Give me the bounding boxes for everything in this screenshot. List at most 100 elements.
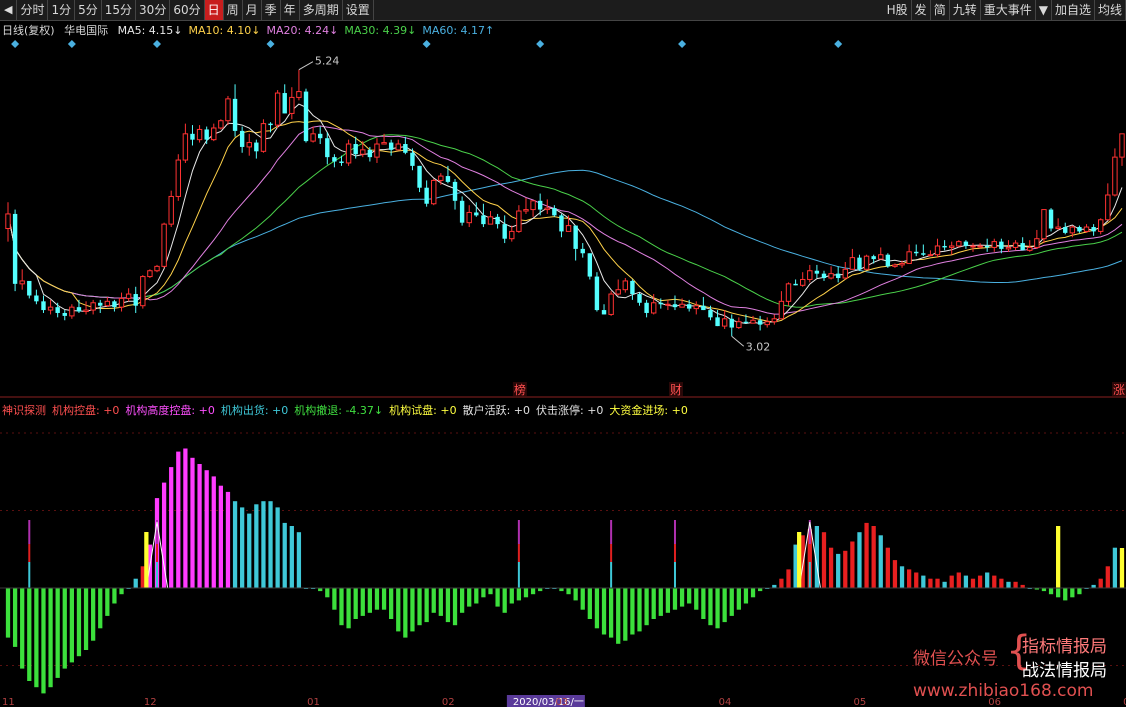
tab-period-7[interactable]: 周 — [224, 0, 243, 20]
indicator-bar-73 — [523, 588, 529, 598]
candle-body-83 — [594, 276, 600, 311]
candle-body-109 — [778, 300, 785, 320]
indicator-bar-87 — [623, 588, 628, 641]
event-marker-2[interactable]: 涨 — [1113, 382, 1125, 397]
candle-body-84 — [601, 310, 607, 315]
indicator-bar-132 — [942, 581, 947, 588]
tool-button-7[interactable]: 均线 — [1095, 0, 1126, 20]
candle-body-100 — [715, 317, 720, 327]
tab-period-11[interactable]: 多周期 — [300, 0, 343, 20]
indicator-bar-64 — [459, 588, 465, 613]
candle-body-103 — [736, 321, 742, 329]
candle-body-136 — [970, 245, 976, 248]
tool-button-1[interactable]: 发 — [912, 0, 931, 20]
candle-body-33 — [239, 130, 245, 147]
candle-body-76 — [544, 207, 550, 211]
indicator-bar-27 — [197, 464, 202, 588]
candle-body-4 — [34, 295, 39, 302]
tab-period-3[interactable]: 15分 — [102, 0, 137, 20]
indicator-bar-147 — [1048, 588, 1054, 595]
event-marker-1[interactable]: 财 — [670, 383, 682, 397]
candle-body-70 — [502, 224, 507, 239]
candle-body-11 — [83, 309, 89, 313]
candle-body-94 — [672, 304, 678, 308]
candle-body-15 — [112, 301, 117, 308]
indicator-bar-155 — [1105, 566, 1110, 588]
indicator-bar-142 — [1013, 581, 1018, 588]
ma-value-ma60: MA60: 4.17↑ — [422, 24, 495, 37]
candle-body-107 — [764, 321, 770, 326]
indicator-bar-46 — [332, 588, 337, 610]
stock-name: 华电国际 — [64, 24, 109, 37]
candle-body-29 — [211, 127, 217, 141]
tab-period-5[interactable]: 60分 — [170, 0, 205, 20]
candle-body-31 — [225, 98, 231, 122]
tab-period-6[interactable]: 日 — [204, 0, 224, 20]
candle-body-111 — [793, 283, 798, 286]
candle-body-104 — [743, 321, 749, 324]
indicator-bar-128 — [914, 572, 919, 588]
candle-body-92 — [658, 302, 663, 305]
candle-body-151 — [1077, 227, 1082, 232]
candle-body-2 — [19, 280, 25, 285]
diamond-marker-7 — [834, 40, 843, 48]
indicator-bar-86 — [616, 588, 621, 644]
tool-button-0[interactable]: H股 — [884, 0, 912, 20]
tab-period-2[interactable]: 5分 — [75, 0, 102, 20]
candle-body-75 — [537, 200, 543, 210]
candle-body-118 — [842, 268, 848, 279]
tool-button-5[interactable]: ▼ — [1036, 0, 1052, 20]
tab-period-0[interactable]: 分时 — [17, 0, 49, 20]
candle-body-35 — [254, 142, 259, 152]
indicator-bar-14 — [105, 588, 110, 616]
indicator-bar-68 — [488, 588, 493, 595]
tool-button-2[interactable]: 简 — [931, 0, 950, 20]
candle-body-117 — [835, 273, 841, 279]
candle-body-132 — [942, 245, 947, 248]
back-arrow-icon[interactable]: ◀ — [0, 0, 18, 20]
candle-body-82 — [587, 253, 593, 277]
tab-period-12[interactable]: 设置 — [343, 0, 374, 20]
kline-chart[interactable]: 5.243.02榜财涨111201022020/03/16/一030405060… — [0, 21, 1126, 707]
candle-body-155 — [1105, 194, 1111, 221]
indicator-item-3: 机构出货: +0 — [220, 404, 289, 417]
indicator-bar-90 — [644, 588, 649, 626]
tool-button-3[interactable]: 九转 — [950, 0, 981, 20]
indicator-bar-51 — [367, 588, 373, 613]
candle-body-95 — [679, 303, 685, 308]
tab-period-10[interactable]: 年 — [281, 0, 300, 20]
indicator-bar-115 — [821, 532, 827, 588]
indicator-bar-60 — [431, 588, 436, 613]
candle-body-5 — [41, 301, 46, 311]
candle-body-42 — [303, 91, 309, 142]
tab-period-9[interactable]: 季 — [262, 0, 281, 20]
event-marker-0[interactable]: 榜 — [514, 382, 526, 397]
tab-period-8[interactable]: 月 — [243, 0, 262, 20]
candle-body-51 — [367, 149, 373, 158]
indicator-bar-92 — [658, 588, 663, 616]
candle-body-149 — [1063, 227, 1068, 233]
candle-body-145 — [1034, 238, 1040, 248]
tab-period-1[interactable]: 1分 — [48, 0, 76, 20]
indicator-bar-151 — [1077, 588, 1082, 595]
tool-button-4[interactable]: 重大事件 — [981, 0, 1036, 20]
tab-period-4[interactable]: 30分 — [136, 0, 171, 20]
indicator-bar-30 — [218, 485, 223, 588]
indicator-bar-56 — [403, 588, 408, 638]
period-tabs: 分时 1分 5分 15分 30分 60分日周月季年多周期 设置 — [17, 0, 374, 20]
candle-body-121 — [863, 255, 870, 270]
tool-button-6[interactable]: 加自选 — [1052, 0, 1095, 20]
indicator-bar-91 — [651, 588, 656, 619]
indicator-bar-57 — [410, 588, 415, 632]
candle-body-9 — [69, 306, 75, 317]
wechat-account-2: 战法情报局 — [1022, 661, 1107, 681]
candle-body-135 — [963, 241, 969, 246]
candle-body-17 — [125, 293, 132, 299]
ma30-line — [7, 134, 1123, 308]
indicator-bar-59 — [424, 588, 429, 623]
candle-body-60 — [431, 179, 437, 205]
yellow-signal-bar-1 — [1119, 548, 1125, 588]
candle-body-81 — [580, 248, 585, 254]
diamond-marker-1 — [67, 40, 76, 48]
candle-body-30 — [218, 120, 224, 129]
